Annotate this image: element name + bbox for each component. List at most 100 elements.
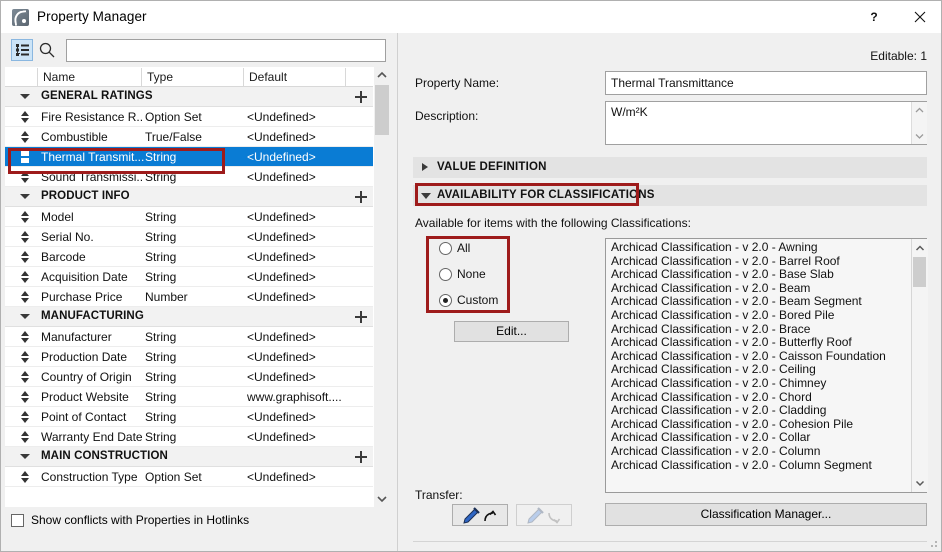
classification-list-item[interactable]: Archicad Classification - v 2.0 - Brace <box>606 322 906 337</box>
chevron-down-icon[interactable] <box>20 94 30 99</box>
property-row[interactable]: Model String <Undefined> <box>5 207 377 227</box>
classification-list-item[interactable]: Archicad Classification - v 2.0 - Collar <box>606 431 906 445</box>
availability-note: Available for items with the following C… <box>415 216 691 230</box>
radio-all-circle[interactable] <box>439 242 452 255</box>
section-value-definition[interactable]: VALUE DEFINITION <box>413 157 927 178</box>
classification-list-item[interactable]: Archicad Classification - v 2.0 - Column… <box>606 458 906 473</box>
reorder-handle-icon[interactable] <box>21 411 30 423</box>
property-row[interactable]: Barcode String <Undefined> <box>5 247 377 267</box>
classification-list-item[interactable]: Archicad Classification - v 2.0 - Barrel… <box>606 254 906 269</box>
property-name-cell: Construction Type <box>41 470 138 484</box>
group-name: MANUFACTURING <box>41 310 144 322</box>
reorder-handle-icon[interactable] <box>21 271 30 283</box>
reorder-handle-icon[interactable] <box>21 471 30 483</box>
property-group-row[interactable]: MANUFACTURING <box>5 307 377 327</box>
classification-manager-button[interactable]: Classification Manager... <box>605 503 927 526</box>
property-row[interactable]: Sound Transmissi... String <Undefined> <box>5 167 377 187</box>
scroll-thumb[interactable] <box>375 85 389 135</box>
reorder-handle-icon[interactable] <box>21 151 30 163</box>
property-list-scrollbar[interactable] <box>373 67 390 507</box>
reorder-handle-icon[interactable] <box>21 231 30 243</box>
property-row[interactable]: Manufacturer String <Undefined> <box>5 327 377 347</box>
scroll-thumb[interactable] <box>913 257 926 287</box>
classification-list-item[interactable]: Archicad Classification - v 2.0 - Cohesi… <box>606 417 906 432</box>
reorder-handle-icon[interactable] <box>21 171 30 183</box>
reorder-handle-icon[interactable] <box>21 331 30 343</box>
property-group-row[interactable]: PRODUCT INFO <box>5 187 377 207</box>
reorder-handle-icon[interactable] <box>21 351 30 363</box>
classification-list-item[interactable]: Archicad Classification - v 2.0 - Chord <box>606 390 906 405</box>
property-row[interactable]: Production Date String <Undefined> <box>5 347 377 367</box>
property-name-input[interactable] <box>605 71 927 95</box>
property-name-cell: Thermal Transmit... <box>41 150 144 164</box>
reorder-handle-icon[interactable] <box>21 291 30 303</box>
property-name-cell: Purchase Price <box>41 290 123 304</box>
help-button[interactable]: ? <box>851 1 896 32</box>
property-default-cell: <Undefined> <box>247 270 316 284</box>
chevron-down-icon[interactable] <box>20 454 30 459</box>
section-availability-for-classifications[interactable]: AVAILABILITY FOR CLASSIFICATIONS <box>413 185 927 206</box>
property-row[interactable]: Serial No. String <Undefined> <box>5 227 377 247</box>
property-row[interactable]: Thermal Transmit... String <Undefined> <box>5 147 377 167</box>
tree-list-icon[interactable] <box>11 39 33 61</box>
property-list[interactable]: GENERAL RATINGS Fire Resistance R... Optio… <box>5 87 377 507</box>
reorder-handle-icon[interactable] <box>21 251 30 263</box>
search-icon[interactable] <box>38 41 56 59</box>
reorder-handle-icon[interactable] <box>21 111 30 123</box>
property-row[interactable]: Country of Origin String <Undefined> <box>5 367 377 387</box>
classification-list-item[interactable]: Archicad Classification - v 2.0 - Beam <box>606 281 906 296</box>
property-row[interactable]: Construction Type Option Set <Undefined> <box>5 467 377 487</box>
chevron-down-icon[interactable] <box>20 194 30 199</box>
property-group-row[interactable]: MAIN CONSTRUCTION <box>5 447 377 467</box>
description-value: W/m²K <box>611 105 648 119</box>
reorder-handle-icon[interactable] <box>21 391 30 403</box>
add-property-icon[interactable] <box>355 91 367 103</box>
add-property-icon[interactable] <box>355 451 367 463</box>
scroll-up-arrow-icon[interactable] <box>374 67 390 83</box>
classification-list-item[interactable]: Archicad Classification - v 2.0 - Column <box>606 444 906 459</box>
property-row[interactable]: Acquisition Date String <Undefined> <box>5 267 377 287</box>
search-input[interactable] <box>66 39 386 62</box>
close-button[interactable] <box>897 1 941 32</box>
reorder-handle-icon[interactable] <box>21 431 30 443</box>
chevron-down-icon[interactable] <box>20 314 30 319</box>
add-property-icon[interactable] <box>355 311 367 323</box>
property-default-cell: <Undefined> <box>247 290 316 304</box>
scroll-up-arrow-icon <box>915 245 925 251</box>
radio-custom-circle[interactable] <box>439 294 452 307</box>
classification-list-item[interactable]: Archicad Classification - v 2.0 - Ceilin… <box>606 363 906 377</box>
property-name-cell: Model <box>41 210 74 224</box>
description-scrollbar[interactable] <box>911 102 927 144</box>
reorder-handle-icon[interactable] <box>21 131 30 143</box>
classification-list-item[interactable]: Archicad Classification - v 2.0 - Beam S… <box>606 295 906 309</box>
property-row[interactable]: Combustible True/False <Undefined> <box>5 127 377 147</box>
classification-list-item[interactable]: Archicad Classification - v 2.0 - Bored … <box>606 308 906 323</box>
property-row[interactable]: Point of Contact String <Undefined> <box>5 407 377 427</box>
show-conflicts-checkbox[interactable] <box>11 514 24 527</box>
radio-none-circle[interactable] <box>439 268 452 281</box>
property-row[interactable]: Fire Resistance R... Option Set <Undefined… <box>5 107 377 127</box>
table-header: Name Type Default <box>5 67 377 87</box>
transfer-inject-button[interactable] <box>516 504 572 526</box>
classification-list[interactable]: Archicad Classification - v 2.0 - Awning… <box>605 238 927 493</box>
classification-list-item[interactable]: Archicad Classification - v 2.0 - Caisso… <box>606 349 906 364</box>
scroll-down-arrow-icon[interactable] <box>374 491 390 507</box>
property-group-row[interactable]: GENERAL RATINGS <box>5 87 377 107</box>
property-type-cell: String <box>145 390 177 404</box>
description-textarea[interactable]: W/m²K <box>605 101 927 145</box>
classification-list-item[interactable]: Archicad Classification - v 2.0 - Butter… <box>606 336 906 350</box>
classification-list-item[interactable]: Archicad Classification - v 2.0 - Claddi… <box>606 404 906 418</box>
add-property-icon[interactable] <box>355 191 367 203</box>
classification-list-item[interactable]: Archicad Classification - v 2.0 - Base S… <box>606 268 906 282</box>
transfer-pickup-button[interactable] <box>452 504 508 526</box>
property-row[interactable]: Warranty End Date String <Undefined> <box>5 427 377 447</box>
resize-grip-icon[interactable] <box>928 538 938 548</box>
classification-list-item[interactable]: Archicad Classification - v 2.0 - Chimne… <box>606 376 906 391</box>
reorder-handle-icon[interactable] <box>21 371 30 383</box>
property-row[interactable]: Purchase Price Number <Undefined> <box>5 287 377 307</box>
edit-button[interactable]: Edit... <box>454 321 569 342</box>
classification-list-item[interactable]: Archicad Classification - v 2.0 - Awning <box>606 240 906 255</box>
reorder-handle-icon[interactable] <box>21 211 30 223</box>
classification-list-scrollbar[interactable] <box>911 239 928 492</box>
property-row[interactable]: Product Website String www.graphisoft.... <box>5 387 377 407</box>
